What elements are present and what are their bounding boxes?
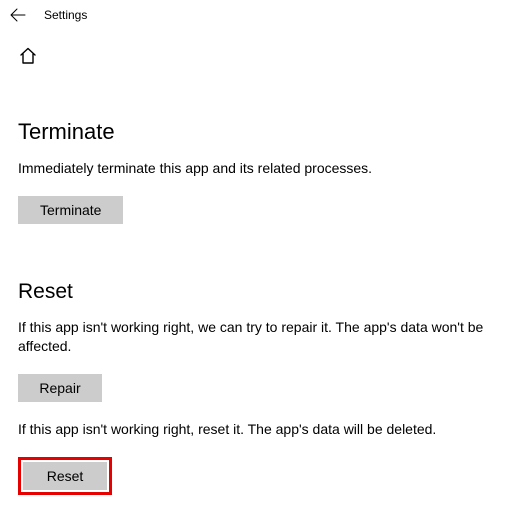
- reset-highlight: Reset: [18, 457, 112, 495]
- terminate-heading: Terminate: [18, 119, 505, 145]
- reset-heading: Reset: [18, 280, 505, 304]
- reset-button[interactable]: Reset: [23, 462, 107, 490]
- repair-button[interactable]: Repair: [18, 374, 102, 402]
- window-header: Settings: [0, 0, 523, 22]
- content-area: Terminate Immediately terminate this app…: [0, 119, 523, 495]
- repair-description: If this app isn't working right, we can …: [18, 318, 488, 356]
- reset-description: If this app isn't working right, reset i…: [18, 420, 488, 439]
- terminate-description: Immediately terminate this app and its r…: [18, 159, 488, 178]
- window-title: Settings: [44, 8, 87, 22]
- home-icon[interactable]: [18, 53, 38, 70]
- terminate-button[interactable]: Terminate: [18, 196, 123, 224]
- back-icon[interactable]: [10, 8, 26, 22]
